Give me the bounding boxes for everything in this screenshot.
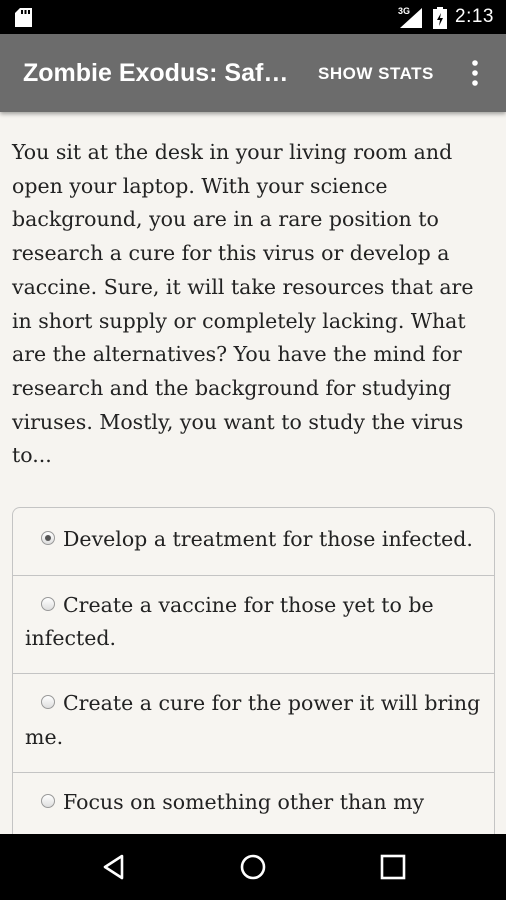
app-bar: Zombie Exodus: Safe Haven SHOW STATS — [0, 34, 506, 112]
navigation-bar — [0, 834, 506, 900]
overflow-menu-icon[interactable] — [465, 57, 485, 89]
choice-label: Develop a treatment for those infected. — [63, 527, 473, 551]
signal-icon — [400, 8, 422, 28]
status-bar: 3G 2:13 — [0, 0, 506, 34]
radio-button[interactable] — [41, 695, 55, 710]
story-content[interactable]: You sit at the desk in your living room … — [0, 112, 506, 834]
clock: 2:13 — [455, 6, 494, 27]
show-stats-button[interactable]: SHOW STATS — [318, 64, 434, 84]
story-text: You sit at the desk in your living room … — [12, 140, 474, 468]
app-title: Zombie Exodus: Safe Haven — [23, 59, 299, 87]
battery-icon — [433, 7, 447, 29]
radio-button[interactable] — [41, 793, 55, 808]
home-icon[interactable] — [239, 853, 267, 881]
choice-option-4[interactable]: Focus on something other than my — [13, 773, 494, 834]
radio-button[interactable] — [41, 596, 55, 611]
choice-option-3[interactable]: Create a cure for the power it will brin… — [13, 674, 494, 773]
choice-label: Create a vaccine for those yet to be inf… — [25, 592, 434, 651]
choice-label: Focus on something other than my — [63, 789, 425, 814]
choice-option-2[interactable]: Create a vaccine for those yet to be inf… — [13, 576, 494, 675]
radio-button-selected[interactable] — [41, 531, 55, 545]
choice-list: Develop a treatment for those infected. … — [12, 507, 495, 834]
recent-apps-icon[interactable] — [380, 854, 406, 880]
sd-card-icon — [15, 8, 32, 27]
back-icon[interactable] — [100, 853, 128, 881]
choice-label: Create a cure for the power it will brin… — [25, 691, 481, 749]
choice-option-1[interactable]: Develop a treatment for those infected. — [13, 508, 494, 576]
